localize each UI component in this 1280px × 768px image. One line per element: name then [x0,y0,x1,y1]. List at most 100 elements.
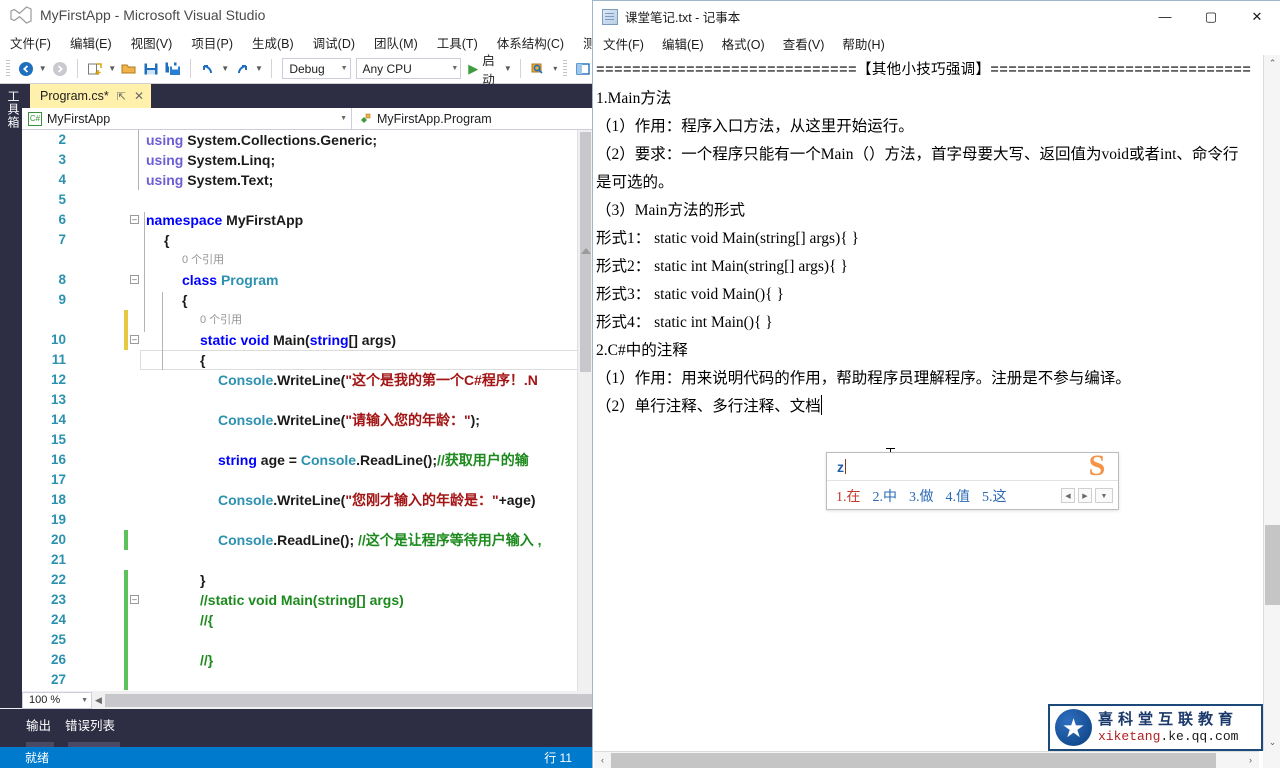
vs-menu-view[interactable]: 视图(V) [131,33,173,52]
code-line[interactable]: 0 个引用 [22,250,592,270]
editor-horizontal-scrollbar[interactable]: ◀ [92,692,592,708]
code-line[interactable]: 21 [22,550,592,570]
collapse-toggle-icon[interactable]: – [130,595,139,604]
code-line[interactable]: 19 [22,510,592,530]
new-project-icon[interactable] [86,58,105,79]
toolbar-grip-2[interactable] [562,59,568,78]
page-next-icon[interactable]: ▶ [1078,488,1092,503]
code-line[interactable]: 22} [22,570,592,590]
code-line[interactable]: 23 – //static void Main(string[] args) [22,590,592,610]
vs-menu-project[interactable]: 项目(P) [191,33,233,52]
redo-dropdown-icon[interactable]: ▼ [254,59,263,79]
editor-vertical-scrollbar[interactable] [577,130,592,691]
editor-hscroll-thumb[interactable] [105,693,592,707]
code-line[interactable]: 2 using System.Collections.Generic; [22,130,592,150]
vs-menu-team[interactable]: 团队(M) [374,33,418,52]
scroll-left-icon[interactable]: ◀ [92,695,105,706]
sogou-ime-candidate-window[interactable]: z S 1.在 2.中 3.做 4.值 5.这 ◀ ▶ ▼ [826,452,1119,510]
save-all-icon[interactable] [163,58,182,79]
code-line[interactable]: 24 //{ [22,610,592,630]
code-line[interactable]: 27 [22,670,592,690]
undo-icon[interactable] [199,58,218,79]
code-line[interactable]: 9{ [22,290,592,310]
notepad-vscroll-thumb[interactable] [1265,525,1280,605]
start-debug-button[interactable]: ▶ 启动 ▼ [468,50,512,88]
editor-zoom-combo[interactable]: 100 % ▼ [22,691,92,709]
collapse-toggle-icon[interactable]: – [130,275,139,284]
scroll-up-icon[interactable]: ⌃ [1264,55,1280,72]
code-lens-reference-hint[interactable]: 0 个引用 [200,310,242,330]
close-icon[interactable]: ✕ [1234,1,1280,32]
window-layout-icon[interactable] [573,58,592,79]
code-line[interactable]: 3 using System.Linq; [22,150,592,170]
ime-candidate-4[interactable]: 4.值 [946,486,971,506]
scroll-down-icon[interactable]: ⌄ [1264,734,1280,751]
code-line[interactable]: 20 Console.ReadLine(); //这个是让程序等待用户输入 , [22,530,592,550]
toolbar-overflow-icon[interactable]: ▾ [551,59,560,79]
notepad-text-area[interactable]: =============================【其他小技巧强调】==… [594,55,1259,747]
notepad-menu-help[interactable]: 帮助(H) [842,34,884,53]
close-icon[interactable]: ✕ [134,89,144,103]
code-line[interactable]: 15 [22,430,592,450]
notepad-menu-file[interactable]: 文件(F) [603,34,644,53]
vs-menu-build[interactable]: 生成(B) [252,33,294,52]
maximize-icon[interactable]: ▢ [1188,1,1234,32]
code-line[interactable]: 16 string age = Console.ReadLine();//获取用户… [22,450,592,470]
code-line[interactable]: 26 //} [22,650,592,670]
notepad-hscroll-thumb[interactable] [611,752,1216,768]
ime-candidate-1[interactable]: 1.在 [836,486,861,506]
code-line[interactable]: 5 [22,190,592,210]
find-icon[interactable] [529,58,548,79]
page-prev-icon[interactable]: ◀ [1061,488,1075,503]
collapse-toggle-icon[interactable]: – [130,335,139,344]
toolbar-grip[interactable] [6,59,11,78]
notepad-vertical-scrollbar[interactable]: ⌃ ⌄ [1263,55,1280,751]
notepad-hscroll-track[interactable] [611,752,1242,768]
code-line[interactable]: 8 – class Program [22,270,592,290]
navbar-member-combo[interactable]: MyFirstApp.Program [352,108,592,130]
document-tab-program-cs[interactable]: Program.cs* ⇱ ✕ [30,84,152,108]
open-file-icon[interactable] [120,58,139,79]
bottom-tab-output[interactable]: 输出 [26,715,51,734]
collapse-toggle-icon[interactable]: – [130,215,139,224]
notepad-horizontal-scrollbar[interactable]: ‹ › [594,751,1259,768]
minimize-icon[interactable]: — [1142,1,1188,32]
vs-menu-debug[interactable]: 调试(D) [313,33,355,52]
notepad-titlebar[interactable]: 课堂笔记.txt - 记事本 — ▢ ✕ [593,1,1280,32]
vs-menu-test[interactable]: 测试 [583,33,592,52]
navbar-project-combo[interactable]: C# MyFirstApp ▼ [22,107,352,130]
code-lens-reference-hint[interactable]: 0 个引用 [182,250,224,270]
navigate-back-icon[interactable] [16,58,35,79]
save-icon[interactable] [141,58,160,79]
bottom-tab-error-list[interactable]: 错误列表 [65,715,115,734]
pin-icon[interactable]: ⇱ [117,90,126,103]
solution-platform-combo[interactable]: Any CPU ▼ [355,58,462,79]
toolbox-panel-tab[interactable]: 工具箱 [0,84,22,708]
ime-candidate-2[interactable]: 2.中 [873,486,898,506]
navigate-back-dropdown-icon[interactable]: ▼ [38,59,47,79]
code-line[interactable]: 12 Console.WriteLine("这个是我的第一个C#程序！.N [22,370,592,390]
vs-menu-edit[interactable]: 编辑(E) [70,33,112,52]
scroll-right-icon[interactable]: › [1242,755,1259,765]
chevron-down-icon[interactable]: ▼ [1095,488,1113,503]
ime-candidate-3[interactable]: 3.做 [909,486,934,506]
scroll-left-icon[interactable]: ‹ [594,755,611,765]
code-line[interactable]: 18 Console.WriteLine("您刚才输入的年龄是："+age) [22,490,592,510]
code-line[interactable]: 10 – static void Main(string[] args) [22,330,592,350]
code-line[interactable]: 0 个引用 [22,310,592,330]
solution-configuration-combo[interactable]: Debug ▼ [282,58,351,79]
notepad-menu-view[interactable]: 查看(V) [783,34,825,53]
code-line[interactable]: 6 – namespace MyFirstApp [22,210,592,230]
start-dropdown-icon[interactable]: ▼ [504,59,513,79]
code-line[interactable]: 7{ [22,230,592,250]
ime-candidate-5[interactable]: 5.这 [982,486,1007,506]
vs-menu-file[interactable]: 文件(F) [10,33,51,52]
notepad-menu-format[interactable]: 格式(O) [722,34,765,53]
code-line[interactable]: 25 [22,630,592,650]
code-line[interactable]: 14 Console.WriteLine("请输入您的年龄："); [22,410,592,430]
redo-icon[interactable] [233,58,252,79]
new-project-dropdown-icon[interactable]: ▼ [108,59,117,79]
code-line[interactable]: 13 [22,390,592,410]
notepad-menu-edit[interactable]: 编辑(E) [662,34,704,53]
code-line[interactable]: 17 [22,470,592,490]
